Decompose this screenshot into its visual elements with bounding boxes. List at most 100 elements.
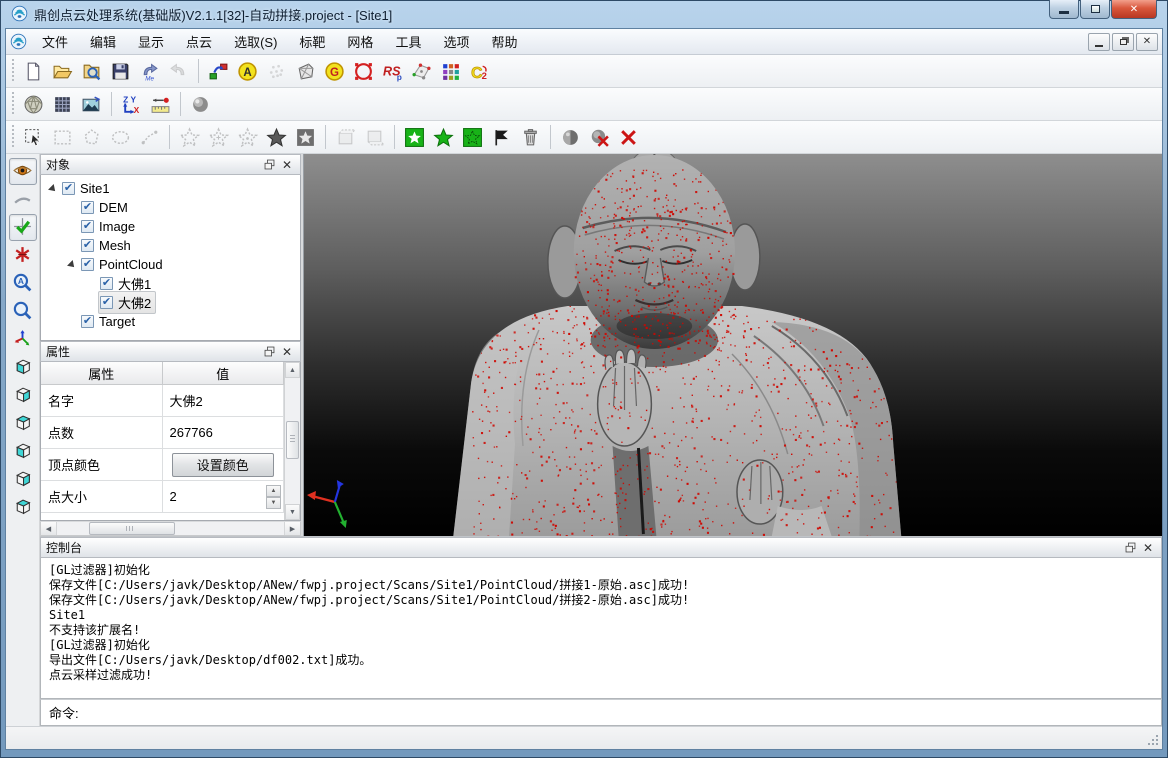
visibility-button[interactable] <box>9 158 37 185</box>
mesh-button[interactable] <box>292 58 319 85</box>
cancel-pick-button[interactable] <box>9 242 37 269</box>
delete-selection-button[interactable] <box>517 124 544 151</box>
menu-item-2[interactable]: 编辑 <box>79 29 127 54</box>
tree-item-大佛2[interactable]: ✔大佛2 <box>41 293 300 312</box>
view-left-button[interactable] <box>9 410 37 437</box>
open-file-button[interactable] <box>49 58 76 85</box>
close-button[interactable]: ✕ <box>1111 0 1157 19</box>
view-back-button[interactable] <box>9 382 37 409</box>
menu-item-10[interactable]: 帮助 <box>480 29 528 54</box>
keep-selection-button[interactable] <box>430 124 457 151</box>
checkbox[interactable]: ✔ <box>81 201 94 214</box>
checkbox[interactable]: ✔ <box>81 258 94 271</box>
checkbox[interactable]: ✔ <box>100 277 113 290</box>
mdi-close-button[interactable]: ✕ <box>1136 33 1158 51</box>
checkbox[interactable]: ✔ <box>81 220 94 233</box>
property-value[interactable]: 2 <box>170 489 177 504</box>
auto-align-button[interactable]: A <box>234 58 261 85</box>
render-globe-button[interactable] <box>20 91 47 118</box>
plane-fit-button[interactable] <box>408 58 435 85</box>
vertical-scrollbar[interactable]: ▲ ▼ <box>284 362 300 520</box>
tree-item-DEM[interactable]: ✔DEM <box>41 198 300 217</box>
menu-item-5[interactable]: 选取(S) <box>223 29 288 54</box>
menu-item-4[interactable]: 点云 <box>175 29 223 54</box>
color-points-button[interactable] <box>437 58 464 85</box>
spin-up-icon[interactable]: ▲ <box>266 485 281 497</box>
toolbar-grip[interactable] <box>11 59 16 83</box>
maximize-button[interactable] <box>1080 0 1110 19</box>
close-panel-icon[interactable]: ✕ <box>279 344 295 359</box>
hide-object-button[interactable] <box>557 124 584 151</box>
tree-item-Target[interactable]: ✔Target <box>41 312 300 331</box>
keep-inside-button[interactable] <box>401 124 428 151</box>
new-file-button[interactable] <box>20 58 47 85</box>
horizontal-scrollbar[interactable]: ◀ ▶ <box>40 521 301 536</box>
float-panel-icon[interactable] <box>1122 540 1138 555</box>
menu-item-9[interactable]: 选项 <box>432 29 480 54</box>
grid-display-button[interactable] <box>49 91 76 118</box>
close-panel-icon[interactable]: ✕ <box>1140 540 1156 555</box>
star-region-button[interactable] <box>292 124 319 151</box>
scrollbar-thumb[interactable] <box>89 522 175 535</box>
checkbox[interactable]: ✔ <box>100 296 113 309</box>
resize-grip-icon[interactable] <box>1147 734 1160 747</box>
float-panel-icon[interactable] <box>261 344 277 359</box>
menu-item-8[interactable]: 工具 <box>384 29 432 54</box>
toolbar-grip[interactable] <box>11 125 16 149</box>
expander-icon[interactable] <box>48 184 58 194</box>
keep-outside-button[interactable] <box>459 124 486 151</box>
tree-item-Mesh[interactable]: ✔Mesh <box>41 236 300 255</box>
star-apply-button[interactable] <box>263 124 290 151</box>
undo-button[interactable]: Me <box>136 58 163 85</box>
delete-object-button[interactable] <box>586 124 613 151</box>
axis-display-button[interactable]: ZYX <box>118 91 145 118</box>
c2-transform-button[interactable]: C2 <box>466 58 493 85</box>
scroll-left-icon[interactable]: ◀ <box>41 522 57 535</box>
toolbar-grip[interactable] <box>11 92 16 116</box>
float-panel-icon[interactable] <box>261 157 277 172</box>
menu-item-7[interactable]: 网格 <box>336 29 384 54</box>
view-bottom-button[interactable] <box>9 494 37 521</box>
registration-button[interactable] <box>205 58 232 85</box>
set-color-button[interactable]: 设置颜色 <box>172 453 275 477</box>
scroll-right-icon[interactable]: ▶ <box>284 522 300 535</box>
menu-item-1[interactable]: 文件 <box>31 29 79 54</box>
menu-item-3[interactable]: 显示 <box>127 29 175 54</box>
scroll-down-icon[interactable]: ▼ <box>285 504 300 520</box>
close-panel-icon[interactable]: ✕ <box>279 157 295 172</box>
zoom-window-button[interactable] <box>9 298 37 325</box>
checkbox[interactable]: ✔ <box>62 182 75 195</box>
target-g-button[interactable]: G <box>321 58 348 85</box>
view-front-button[interactable] <box>9 354 37 381</box>
measure-button[interactable] <box>147 91 174 118</box>
scroll-up-icon[interactable]: ▲ <box>285 362 300 378</box>
menu-item-6[interactable]: 标靶 <box>288 29 336 54</box>
viewport-3d[interactable] <box>303 154 1162 536</box>
pick-cursor-button[interactable] <box>20 124 47 151</box>
tree-item-PointCloud[interactable]: ✔PointCloud <box>41 255 300 274</box>
spin-down-icon[interactable]: ▼ <box>266 497 281 509</box>
flag-button[interactable] <box>488 124 515 151</box>
scrollbar-thumb[interactable] <box>286 421 299 459</box>
delete-all-button[interactable] <box>615 124 642 151</box>
tree-item-大佛1[interactable]: ✔大佛1 <box>41 274 300 293</box>
mdi-restore-button[interactable] <box>1112 33 1134 51</box>
tree-item-Site1[interactable]: ✔Site1 <box>41 179 300 198</box>
resample-button[interactable]: RSp <box>379 58 406 85</box>
save-button[interactable] <box>107 58 134 85</box>
command-input[interactable] <box>85 704 1153 721</box>
checkbox[interactable]: ✔ <box>81 315 94 328</box>
curve-tool-button[interactable] <box>9 186 37 213</box>
zoom-all-button[interactable]: A <box>9 270 37 297</box>
view-top-button[interactable] <box>9 466 37 493</box>
expander-icon[interactable] <box>67 260 77 270</box>
sphere-render-button[interactable] <box>187 91 214 118</box>
mdi-minimize-button[interactable] <box>1088 33 1110 51</box>
console-log[interactable]: [GL过滤器]初始化保存文件[C:/Users/javk/Desktop/ANe… <box>40 558 1162 699</box>
tree-item-Image[interactable]: ✔Image <box>41 217 300 236</box>
browse-file-button[interactable] <box>78 58 105 85</box>
confirm-pick-button[interactable] <box>9 214 37 241</box>
target-circle-button[interactable] <box>350 58 377 85</box>
image-view-button[interactable] <box>78 91 105 118</box>
minimize-button[interactable] <box>1049 0 1079 19</box>
